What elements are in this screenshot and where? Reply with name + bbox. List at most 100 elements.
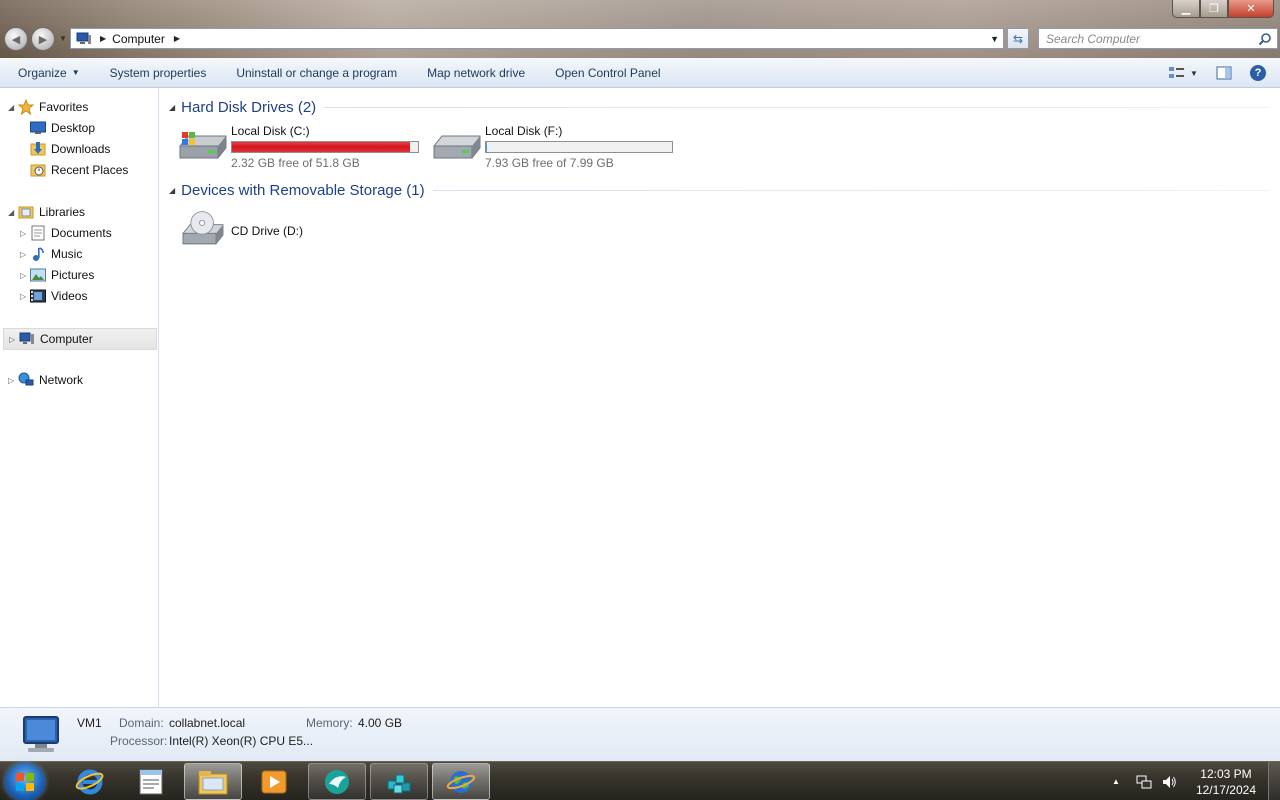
system-properties-button[interactable]: System properties: [95, 58, 222, 87]
refresh-button[interactable]: ⇆: [1007, 28, 1029, 49]
computer-icon: [76, 32, 91, 44]
volume-icon[interactable]: [1161, 774, 1177, 790]
sidebar-item-documents[interactable]: ▷ Documents: [20, 223, 112, 243]
expand-arrow-icon[interactable]: ▷: [20, 292, 30, 301]
group-title: Devices with Removable Storage (1): [181, 181, 425, 199]
preview-pane-icon: [1216, 66, 1232, 80]
clock-date: 12/17/2024: [1195, 782, 1256, 797]
breadcrumb-chevron-icon[interactable]: ▶: [100, 34, 106, 43]
media-player-icon: [261, 770, 287, 793]
minimize-button[interactable]: ▁: [1172, 0, 1200, 18]
disk-usage-fill: [232, 142, 410, 152]
sidebar-item-pictures[interactable]: ▷ Pictures: [20, 265, 94, 285]
drive-item-f[interactable]: Local Disk (F:) 7.93 GB free of 7.99 GB: [432, 124, 682, 172]
show-desktop-button[interactable]: [1268, 762, 1280, 800]
libraries-icon: [18, 204, 34, 220]
breadcrumb-computer[interactable]: Computer: [112, 32, 165, 46]
organize-label: Organize: [18, 65, 67, 80]
taskbar-internet-explorer[interactable]: [61, 763, 119, 800]
preview-pane-button[interactable]: [1214, 65, 1234, 81]
sidebar-item-network[interactable]: ▷ Network: [8, 370, 83, 390]
app-bird-icon: [325, 769, 349, 794]
expand-arrow-icon[interactable]: ▷: [8, 376, 18, 385]
clock-time: 12:03 PM: [1200, 766, 1252, 781]
videos-label: Videos: [51, 289, 88, 303]
map-network-drive-button[interactable]: Map network drive: [412, 58, 540, 87]
change-view-button[interactable]: ▼: [1166, 65, 1200, 81]
collapse-arrow-icon[interactable]: ◢: [169, 186, 175, 195]
back-arrow-icon: ◀: [11, 33, 21, 46]
expand-arrow-icon[interactable]: ▷: [20, 250, 30, 259]
expand-arrow-icon[interactable]: ▷: [9, 335, 19, 344]
taskbar-media-player[interactable]: [245, 763, 303, 800]
taskbar-app-globe[interactable]: [432, 763, 490, 800]
group-divider: [432, 189, 1270, 191]
desktop-label: Desktop: [51, 121, 96, 135]
collapse-arrow-icon[interactable]: ◢: [169, 103, 175, 112]
computer-icon: [23, 716, 59, 752]
chevron-down-icon: ▼: [71, 68, 80, 77]
taskbar-windows-explorer[interactable]: [184, 763, 242, 800]
sidebar-item-music[interactable]: ▷ Music: [20, 244, 82, 264]
system-tray: ▲ 12:03 PM 12/17/2024: [1112, 762, 1280, 800]
group-header-hard-disk-drives[interactable]: ◢ Hard Disk Drives (2): [160, 97, 1270, 117]
sidebar-item-desktop[interactable]: Desktop: [30, 118, 95, 138]
back-button[interactable]: ◀: [4, 27, 28, 51]
drive-name: Local Disk (F:): [485, 124, 563, 138]
drive-item-d[interactable]: CD Drive (D:): [178, 209, 378, 257]
forward-arrow-icon: ▶: [38, 33, 48, 46]
address-dropdown-icon[interactable]: ▼: [990, 34, 999, 44]
favorites-label: Favorites: [39, 100, 89, 114]
change-view-icon: [1169, 67, 1185, 78]
recent-pages-dropdown[interactable]: ▼: [59, 34, 67, 43]
domain-label: Domain:: [119, 716, 164, 730]
memory-label: Memory:: [306, 716, 353, 730]
start-button[interactable]: [5, 763, 45, 800]
help-icon: ?: [1250, 65, 1266, 81]
sidebar-item-recent-places[interactable]: Recent Places: [30, 160, 128, 180]
network-tray-icon[interactable]: [1136, 774, 1152, 790]
expand-arrow-icon[interactable]: ◢: [8, 103, 18, 112]
sidebar-item-videos[interactable]: ▷ Videos: [20, 286, 87, 306]
recent-places-icon: [30, 162, 46, 178]
drive-free-space: 7.93 GB free of 7.99 GB: [485, 156, 614, 170]
app-cubes-icon: [387, 774, 411, 793]
address-bar[interactable]: ▶ Computer ▶ ▼: [70, 28, 1004, 49]
pictures-icon: [30, 267, 46, 283]
expand-arrow-icon[interactable]: ◢: [8, 208, 18, 217]
windows-explorer-icon: [198, 770, 228, 794]
desktop-icon: [30, 120, 46, 136]
group-title: Hard Disk Drives (2): [181, 98, 317, 116]
windows-logo-icon: [16, 773, 34, 791]
uninstall-program-button[interactable]: Uninstall or change a program: [221, 58, 412, 87]
taskbar-notepad[interactable]: [122, 763, 180, 800]
sidebar-item-libraries[interactable]: ◢ Libraries: [8, 202, 85, 222]
close-button[interactable]: ✕: [1228, 0, 1274, 18]
help-button[interactable]: ?: [1248, 65, 1268, 81]
sidebar-item-downloads[interactable]: Downloads: [30, 139, 110, 159]
group-header-removable-storage[interactable]: ◢ Devices with Removable Storage (1): [160, 180, 1270, 200]
star-icon: [18, 99, 34, 115]
restore-button[interactable]: ❐: [1200, 0, 1228, 18]
show-hidden-icons-icon[interactable]: ▲: [1112, 777, 1120, 786]
breadcrumb-chevron-icon[interactable]: ▶: [174, 34, 180, 43]
sidebar-item-favorites[interactable]: ◢ Favorites: [8, 97, 88, 117]
disk-usage-bar: [485, 141, 673, 153]
drive-free-space: 2.32 GB free of 51.8 GB: [231, 156, 360, 170]
expand-arrow-icon[interactable]: ▷: [20, 229, 30, 238]
search-icon[interactable]: [1258, 32, 1272, 46]
sidebar-item-computer[interactable]: ▷ Computer: [3, 328, 157, 350]
domain-value: collabnet.local: [169, 716, 246, 730]
taskbar-app-cubes[interactable]: [370, 763, 428, 800]
taskbar-app-bird[interactable]: [308, 763, 366, 800]
expand-arrow-icon[interactable]: ▷: [20, 271, 30, 280]
organize-button[interactable]: Organize ▼: [0, 58, 95, 87]
music-label: Music: [51, 247, 83, 261]
file-list-pane: ◢ Hard Disk Drives (2) Local Disk (C:) 2…: [160, 89, 1280, 707]
downloads-label: Downloads: [51, 142, 111, 156]
open-control-panel-button[interactable]: Open Control Panel: [540, 58, 675, 87]
forward-button[interactable]: ▶: [31, 27, 55, 51]
clock[interactable]: 12:03 PM 12/17/2024: [1196, 766, 1256, 798]
search-input[interactable]: Search Computer: [1038, 28, 1278, 49]
drive-item-c[interactable]: Local Disk (C:) 2.32 GB free of 51.8 GB: [178, 124, 428, 172]
